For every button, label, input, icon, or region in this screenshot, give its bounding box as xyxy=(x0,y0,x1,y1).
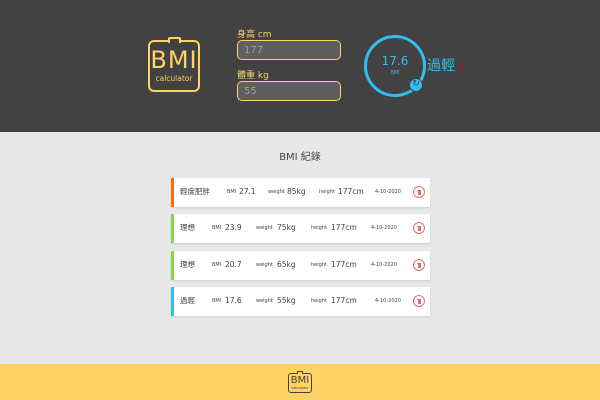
footer-logo-title: BMI xyxy=(290,375,310,386)
trash-icon[interactable] xyxy=(413,186,425,198)
result-circle: 17.6 BMI ↻ xyxy=(364,35,426,97)
record-height-label: height xyxy=(319,189,335,195)
record-weight-value: 55kg xyxy=(277,296,296,305)
height-input[interactable] xyxy=(237,40,341,60)
record-weight-label: weight xyxy=(256,225,273,231)
record-height-value: 177cm xyxy=(331,296,357,305)
trash-icon[interactable] xyxy=(413,222,425,234)
record-bmi-value: 17.6 xyxy=(225,296,242,305)
record-date: 4-10-2020 xyxy=(371,262,397,268)
record-date: 4-10-2020 xyxy=(375,298,401,304)
record-row: 過輕 BMI 17.6 weight 55kg height 177cm 4-1… xyxy=(171,287,430,316)
record-height-label: height xyxy=(311,262,327,268)
record-bmi-value: 27.1 xyxy=(239,187,256,196)
record-bmi-value: 23.9 xyxy=(225,223,242,232)
record-bmi-value: 20.7 xyxy=(225,260,242,269)
record-weight-value: 75kg xyxy=(277,223,296,232)
record-status: 輕度肥胖 xyxy=(180,187,210,196)
header: BMI calculator 身高 cm 體重 kg 17.6 BMI ↻ 過輕 xyxy=(0,0,600,132)
record-status: 理想 xyxy=(180,260,195,269)
record-row: 理想 BMI 20.7 weight 65kg height 177cm 4-1… xyxy=(171,251,430,280)
record-bmi-label: BMI xyxy=(227,189,237,195)
record-weight-value: 85kg xyxy=(287,187,306,196)
record-height-value: 177cm xyxy=(331,260,357,269)
record-bmi-label: BMI xyxy=(212,298,222,304)
footer-logo-handle xyxy=(297,371,303,374)
footer: BMI calculator xyxy=(0,364,600,400)
record-height-label: height xyxy=(311,298,327,304)
record-height-value: 177cm xyxy=(338,187,364,196)
weight-input[interactable] xyxy=(237,81,341,101)
refresh-icon[interactable]: ↻ xyxy=(409,78,423,92)
record-weight-label: weight xyxy=(268,189,285,195)
record-status: 過輕 xyxy=(180,296,195,305)
record-bmi-label: BMI xyxy=(212,225,222,231)
record-weight-label: weight xyxy=(256,298,273,304)
record-height-label: height xyxy=(311,225,327,231)
footer-logo: BMI calculator xyxy=(288,371,312,393)
result-bmi-unit: BMI xyxy=(390,70,400,76)
logo-subtitle: calculator xyxy=(155,74,193,83)
record-weight-value: 65kg xyxy=(277,260,296,269)
result-bmi-value: 17.6 xyxy=(381,54,409,68)
record-date: 4-10-2020 xyxy=(375,189,401,195)
trash-icon[interactable] xyxy=(413,259,425,271)
record-height-value: 177cm xyxy=(331,223,357,232)
record-date: 4-10-2020 xyxy=(371,225,397,231)
record-row: 輕度肥胖 BMI 27.1 weight 85kg height 177cm 4… xyxy=(171,178,430,207)
logo-handle xyxy=(168,37,181,43)
footer-logo-subtitle: calculator xyxy=(291,386,309,390)
records-title: BMI 紀錄 xyxy=(279,152,321,163)
record-bmi-label: BMI xyxy=(212,262,222,268)
result-status: 過輕 xyxy=(427,58,455,74)
record-status: 理想 xyxy=(180,223,195,232)
bmi-logo: BMI calculator xyxy=(148,37,200,92)
trash-icon[interactable] xyxy=(413,295,425,307)
record-row: 理想 BMI 23.9 weight 75kg height 177cm 4-1… xyxy=(171,214,430,243)
logo-title: BMI xyxy=(150,46,198,74)
record-weight-label: weight xyxy=(256,262,273,268)
